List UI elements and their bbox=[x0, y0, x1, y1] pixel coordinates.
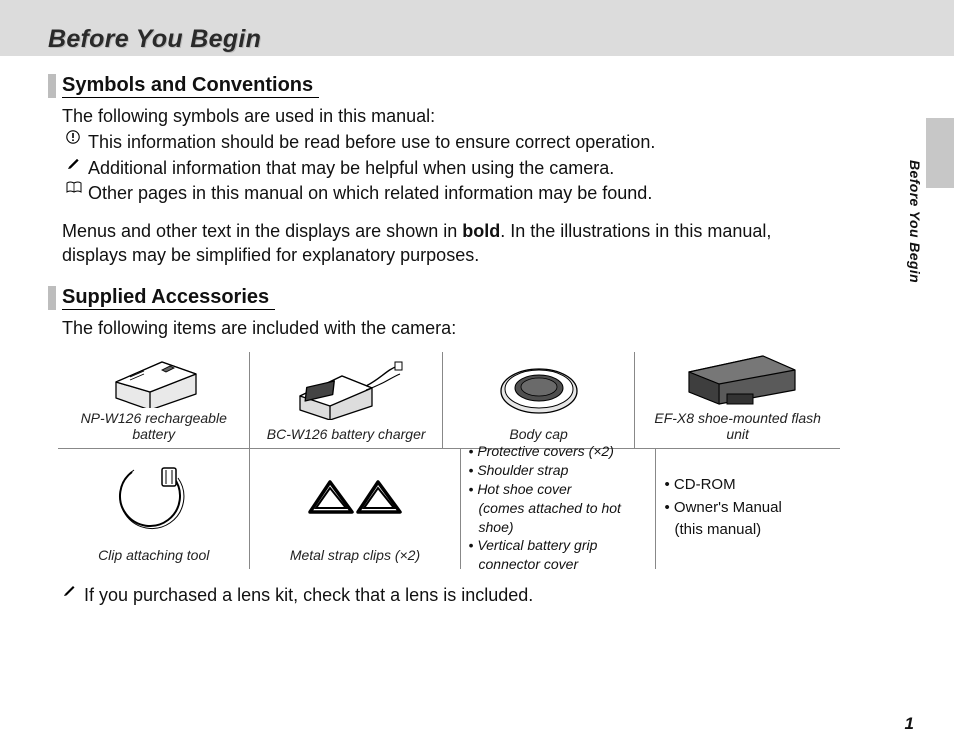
page-title: Before You Begin bbox=[48, 27, 261, 52]
tip-icon bbox=[62, 583, 78, 607]
caption: EF-X8 shoe-mounted flash unit bbox=[643, 410, 832, 442]
symbol-ref-line: Other pages in this manual on which rela… bbox=[66, 181, 840, 205]
caption: Metal strap clips (×2) bbox=[290, 547, 420, 563]
flash-icon bbox=[643, 350, 832, 408]
caption: Body cap bbox=[509, 426, 567, 442]
side-index-label: Before You Begin bbox=[905, 160, 924, 283]
section-heading-symbols: Symbols and Conventions bbox=[48, 74, 840, 98]
cliptool-icon bbox=[66, 453, 241, 545]
cell-list-b: CD-ROM Owner's Manual(this manual) bbox=[656, 449, 840, 569]
cell-list-a: Protective covers (×2) Shoulder strap Ho… bbox=[461, 449, 657, 569]
cell-battery: NP-W126 rechargeable battery bbox=[58, 352, 250, 448]
grid-row: Clip attaching tool Metal bbox=[58, 449, 840, 569]
caption: NP-W126 rechargeable battery bbox=[66, 410, 241, 442]
page-content: Symbols and Conventions The following sy… bbox=[0, 56, 900, 607]
bold-note: Menus and other text in the displays are… bbox=[62, 219, 840, 268]
section-heading-accessories: Supplied Accessories bbox=[48, 286, 840, 310]
list-item: Owner's Manual(this manual) bbox=[664, 497, 781, 542]
accessory-list-b: CD-ROM Owner's Manual(this manual) bbox=[664, 474, 781, 542]
caption: Clip attaching tool bbox=[98, 547, 209, 563]
reference-icon bbox=[66, 181, 82, 205]
page-number: 1 bbox=[905, 713, 914, 736]
header-band: Before You Begin bbox=[0, 0, 954, 56]
bodycap-icon bbox=[451, 356, 626, 424]
symbol-caution-line: This information should be read before u… bbox=[66, 130, 840, 154]
heading-bar-icon bbox=[48, 74, 56, 98]
bold-note-bold: bold bbox=[462, 221, 500, 241]
cell-charger: BC-W126 battery charger bbox=[250, 352, 442, 448]
grid-row: NP-W126 rechargeable battery bbox=[58, 352, 840, 449]
lens-kit-text: If you purchased a lens kit, check that … bbox=[84, 583, 533, 607]
list-item: Vertical battery gripconnector cover bbox=[469, 536, 648, 574]
accessories-intro: The following items are included with th… bbox=[62, 316, 840, 340]
bold-note-pre: Menus and other text in the displays are… bbox=[62, 221, 462, 241]
cell-cliptool: Clip attaching tool bbox=[58, 449, 250, 569]
reference-text: Other pages in this manual on which rela… bbox=[88, 181, 840, 205]
heading-text: Supplied Accessories bbox=[62, 286, 275, 310]
battery-icon bbox=[66, 352, 241, 408]
list-item: Protective covers (×2) bbox=[469, 442, 648, 461]
heading-bar-icon bbox=[48, 286, 56, 310]
heading-text: Symbols and Conventions bbox=[62, 74, 319, 98]
caption: BC-W126 battery charger bbox=[267, 426, 426, 442]
caution-icon bbox=[66, 130, 82, 154]
accessories-grid: NP-W126 rechargeable battery bbox=[58, 352, 840, 569]
tip-text: Additional information that may be helpf… bbox=[88, 156, 840, 180]
cell-clips: Metal strap clips (×2) bbox=[250, 449, 460, 569]
list-item: Shoulder strap bbox=[469, 461, 648, 480]
lens-kit-note: If you purchased a lens kit, check that … bbox=[62, 583, 840, 607]
charger-icon bbox=[258, 356, 433, 424]
list-item: Hot shoe cover(comes attached to hot sho… bbox=[469, 480, 648, 537]
clips-icon bbox=[258, 453, 451, 545]
list-item: CD-ROM bbox=[664, 474, 781, 497]
cell-bodycap: Body cap bbox=[443, 352, 635, 448]
tip-icon bbox=[66, 156, 82, 180]
symbols-intro: The following symbols are used in this m… bbox=[62, 104, 840, 128]
cell-flash: EF-X8 shoe-mounted flash unit bbox=[635, 352, 840, 448]
side-index-tab bbox=[926, 118, 954, 188]
accessory-list-a: Protective covers (×2) Shoulder strap Ho… bbox=[469, 442, 648, 574]
symbol-tip-line: Additional information that may be helpf… bbox=[66, 156, 840, 180]
caution-text: This information should be read before u… bbox=[88, 130, 840, 154]
